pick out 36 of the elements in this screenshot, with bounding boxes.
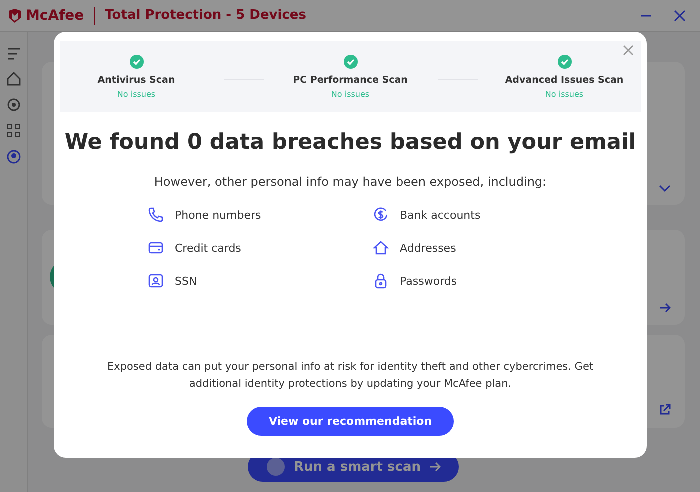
view-recommendation-button[interactable]: View our recommendation: [246, 407, 454, 436]
arrow-right-icon: [429, 462, 442, 472]
exposed-info-label: Credit cards: [175, 242, 242, 254]
brand-name: McAfee: [26, 8, 84, 24]
dialog-note: Exposed data can put your personal info at risk for identity theft and other cybercrimes. Get additional identity protections by updating your McAfee plan.: [106, 360, 595, 392]
close-icon[interactable]: [623, 45, 634, 56]
exposed-info-label: Phone numbers: [175, 208, 262, 222]
exposed-info-label: Addresses: [400, 242, 456, 254]
id-card-icon: [148, 273, 164, 289]
external-link-icon[interactable]: [659, 404, 671, 416]
exposed-info-label: Bank accounts: [400, 208, 481, 222]
exposed-info-label: Passwords: [400, 274, 458, 288]
scan-name: PC Performance Scan: [293, 74, 408, 86]
identity-icon[interactable]: [6, 150, 20, 164]
dollar-icon: [373, 207, 389, 223]
scan-status: No issues: [331, 90, 370, 98]
window-title: Total Protection - 5 Devices: [105, 8, 306, 23]
phone-icon: [148, 207, 164, 223]
scan-status: No issues: [117, 90, 156, 98]
menu-icon[interactable]: [6, 48, 20, 60]
dialog-heading: We found 0 data breaches based on your email: [64, 130, 636, 155]
credit-card-icon: [148, 240, 164, 256]
house-icon: [373, 240, 389, 256]
exposed-info-label: SSN: [175, 274, 198, 288]
home-icon[interactable]: [6, 72, 20, 86]
scan-name: Advanced Issues Scan: [505, 74, 624, 86]
arrow-right-icon[interactable]: [659, 303, 671, 313]
target-icon[interactable]: [6, 98, 20, 112]
scan-name: Antivirus Scan: [98, 74, 176, 86]
chevron-down-icon[interactable]: [659, 185, 671, 193]
close-icon[interactable]: [674, 10, 686, 22]
shield-logo-icon: [8, 8, 22, 22]
scan-status: No issues: [545, 90, 584, 98]
dialog-subheading: However, other personal info may have been exposed, including:: [154, 175, 547, 189]
lock-icon: [373, 273, 389, 289]
apps-icon[interactable]: [6, 124, 20, 138]
